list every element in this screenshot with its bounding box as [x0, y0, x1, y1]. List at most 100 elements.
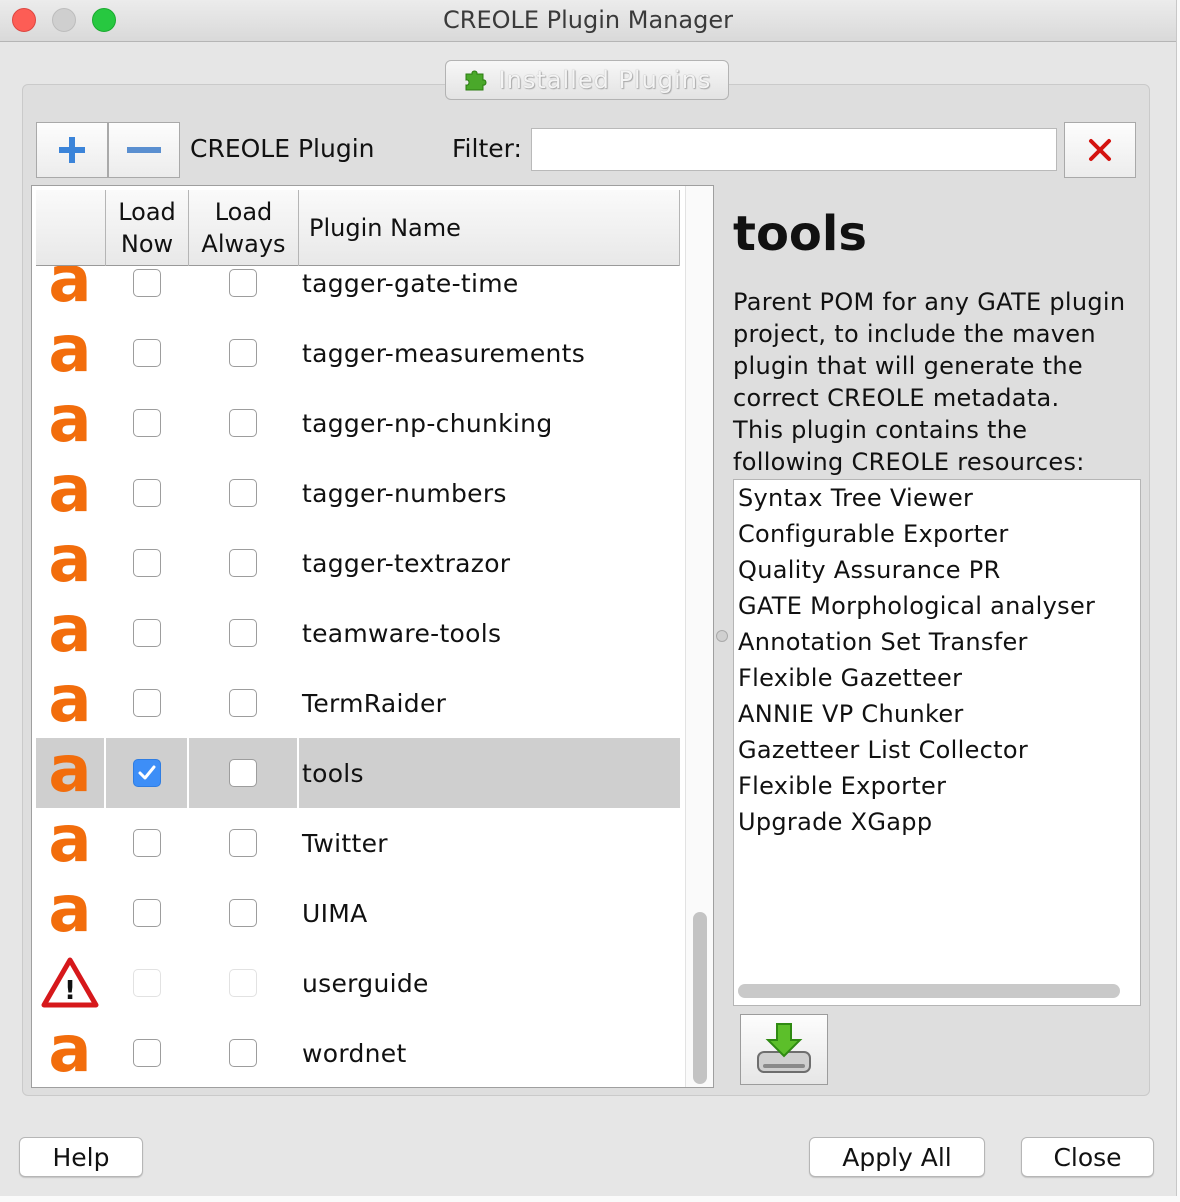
apply-all-button[interactable]: Apply All [809, 1137, 985, 1177]
load-now-checkbox[interactable] [132, 619, 161, 647]
gate-logo-icon: a [48, 1013, 92, 1086]
column-load-now-header[interactable]: Load Now [106, 190, 189, 266]
row-icon-cell: a [36, 266, 104, 318]
header-label: Plugin Name [309, 214, 461, 242]
description-line: following CREOLE resources: [733, 448, 1085, 476]
load-now-checkbox[interactable] [132, 409, 161, 437]
list-item[interactable]: Upgrade XGapp [734, 804, 1140, 840]
list-item[interactable]: Syntax Tree Viewer [734, 480, 1140, 516]
table-row[interactable]: a tagger-gate-time [36, 266, 680, 318]
filter-input[interactable] [531, 128, 1057, 171]
list-item[interactable]: Quality Assurance PR [734, 552, 1140, 588]
warning-glyph: ! [64, 976, 76, 1006]
plugin-name: Twitter [302, 828, 388, 858]
help-button[interactable]: Help [19, 1137, 143, 1177]
scroll-thumb[interactable] [693, 912, 707, 1084]
load-now-checkbox[interactable] [132, 899, 161, 927]
description-line: project, to include the maven [733, 320, 1096, 348]
table-row[interactable]: a UIMA [36, 878, 680, 948]
table-row[interactable]: ! userguide [36, 948, 680, 1018]
load-now-checkbox[interactable] [132, 339, 161, 367]
list-item[interactable]: Flexible Gazetteer [734, 660, 1140, 696]
column-load-always-header[interactable]: Load Always [189, 190, 299, 266]
table-row[interactable]: a TermRaider [36, 668, 680, 738]
plugin-name: tagger-gate-time [302, 268, 519, 298]
load-now-checkbox[interactable] [132, 269, 161, 297]
row-icon-cell: a [36, 808, 104, 878]
load-always-checkbox[interactable] [229, 689, 257, 717]
gate-logo-icon: a [48, 663, 92, 737]
filter-label: Filter: [452, 134, 522, 163]
load-now-checkbox[interactable] [132, 689, 161, 717]
table-row[interactable]: a tagger-numbers [36, 458, 680, 528]
plugin-name: wordnet [302, 1038, 407, 1068]
table-row[interactable]: a teamware-tools [36, 598, 680, 668]
table-row[interactable]: a tools [36, 738, 680, 808]
load-always-checkbox[interactable] [229, 479, 257, 507]
header-label: Load [214, 198, 273, 226]
load-now-checkbox[interactable] [132, 759, 161, 787]
minus-icon [127, 147, 161, 153]
list-item[interactable]: Flexible Exporter [734, 768, 1140, 804]
add-plugin-button[interactable] [36, 122, 108, 178]
load-now-checkbox[interactable] [132, 549, 161, 577]
header-label: Now [120, 230, 174, 258]
clear-filter-button[interactable] [1064, 122, 1136, 178]
description-line: correct CREOLE metadata. [733, 384, 1060, 412]
clear-x-icon [1089, 139, 1111, 161]
list-item[interactable]: Annotation Set Transfer [734, 624, 1140, 660]
plugin-name: tools [299, 738, 680, 808]
load-always-checkbox[interactable] [229, 1039, 257, 1067]
description-line: Parent POM for any GATE plugin [733, 288, 1126, 316]
remove-plugin-button[interactable] [108, 122, 180, 178]
horizontal-scrollbar[interactable] [738, 984, 1120, 998]
plugin-name: TermRaider [302, 688, 447, 718]
load-now-checkbox[interactable] [132, 1039, 161, 1067]
load-always-checkbox[interactable] [229, 269, 257, 297]
load-always-checkbox[interactable] [229, 409, 257, 437]
row-icon-cell: a [36, 1018, 104, 1086]
row-icon-cell: a [36, 388, 104, 458]
install-plugin-button[interactable] [740, 1014, 828, 1085]
load-always-checkbox[interactable] [229, 899, 257, 927]
plugin-table: Load Now Load Always Plugin Name a tagger-g… [31, 185, 714, 1088]
close-button[interactable]: Close [1021, 1137, 1154, 1177]
list-item[interactable]: Configurable Exporter [734, 516, 1140, 552]
list-item[interactable]: GATE Morphological analyser [734, 588, 1140, 624]
load-now-checkbox-cell [106, 738, 187, 808]
resource-list[interactable]: Syntax Tree Viewer Configurable Exporter… [733, 479, 1141, 1006]
load-always-checkbox-cell [189, 738, 297, 808]
load-always-checkbox-cell [189, 1018, 297, 1086]
title-bar: CREOLE Plugin Manager [0, 0, 1176, 42]
table-row[interactable]: a wordnet [36, 1018, 680, 1086]
background-window-bottom [0, 1196, 1180, 1202]
load-always-checkbox[interactable] [229, 619, 257, 647]
load-always-checkbox[interactable] [229, 829, 257, 857]
gate-logo-icon: a [48, 803, 92, 877]
load-always-checkbox-cell [189, 318, 297, 388]
load-now-checkbox[interactable] [132, 479, 161, 507]
header-label: Load [118, 198, 176, 226]
list-item[interactable]: Gazetteer List Collector [734, 732, 1140, 768]
vertical-scrollbar[interactable] [685, 186, 713, 1087]
load-always-checkbox[interactable] [229, 339, 257, 367]
row-icon-cell: a [36, 458, 104, 528]
load-now-checkbox[interactable] [132, 829, 161, 857]
load-now-checkbox-cell [106, 528, 187, 598]
table-row[interactable]: a tagger-textrazor [36, 528, 680, 598]
table-row[interactable]: a Twitter [36, 808, 680, 878]
split-pane-divider[interactable] [716, 630, 728, 642]
row-icon-cell: a [36, 528, 104, 598]
table-row[interactable]: a tagger-np-chunking [36, 388, 680, 458]
gate-logo-icon: a [48, 523, 92, 597]
load-always-checkbox[interactable] [229, 759, 257, 787]
table-row[interactable]: a tagger-measurements [36, 318, 680, 388]
tab-installed-plugins[interactable]: Installed Plugins [445, 60, 729, 100]
gate-logo-icon: a [48, 733, 92, 807]
column-icon-header[interactable] [36, 190, 106, 266]
load-always-checkbox[interactable] [229, 549, 257, 577]
load-always-checkbox-cell [189, 948, 297, 1018]
list-item[interactable]: ANNIE VP Chunker [734, 696, 1140, 732]
plugin-name: tagger-textrazor [302, 548, 511, 578]
column-plugin-name-header[interactable]: Plugin Name [299, 190, 680, 266]
